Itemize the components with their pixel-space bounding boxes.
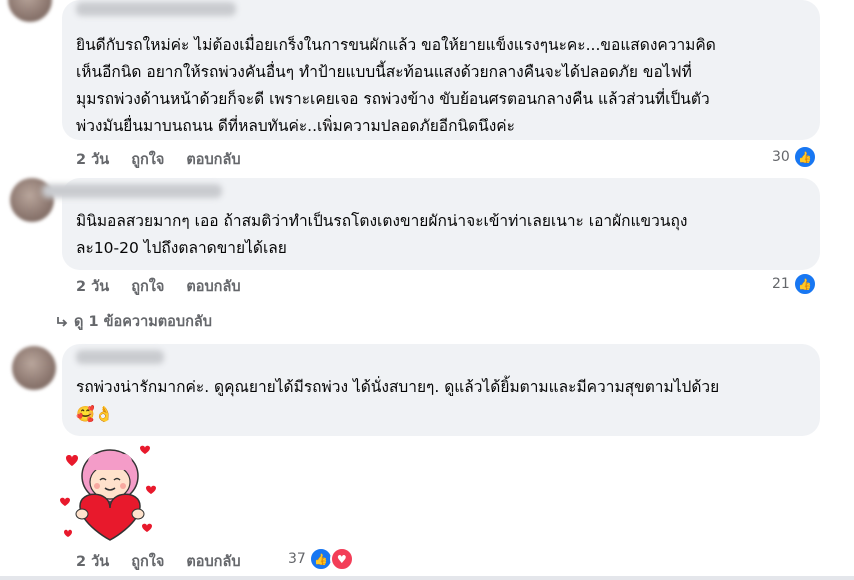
comment-emoji: 🥰👌 <box>76 405 114 423</box>
like-icon: 👍 <box>792 272 817 296</box>
comment-time[interactable]: 2 วัน <box>76 550 109 573</box>
comment-text: ยินดีกับรถใหม่ค่ะ ไม่ต้องเมื่อยเกร็งในกา… <box>76 36 716 135</box>
comment-text: รถพ่วงน่ารักมากค่ะ. ดูคุณยายได้มีรถพ่วง … <box>76 374 806 428</box>
commenter-avatar[interactable] <box>8 0 52 22</box>
reply-button[interactable]: ตอบกลับ <box>186 148 240 171</box>
view-replies-label: ดู 1 ข้อความตอบกลับ <box>74 314 212 330</box>
reaction-count: 21 <box>772 276 790 292</box>
comment-text: มินิมอลสวยมากๆ เออ ถ้าสมติว่าทำเป็นรถโตง… <box>76 212 688 257</box>
reaction-summary[interactable]: 30 👍 <box>772 145 817 169</box>
comment-actions: 2 วัน ถูกใจ ตอบกลับ <box>76 275 241 298</box>
love-icon: ♥ <box>329 547 354 571</box>
comment-time[interactable]: 2 วัน <box>76 148 109 171</box>
comment-text-body: รถพ่วงน่ารักมากค่ะ. ดูคุณยายได้มีรถพ่วง … <box>76 378 720 396</box>
reaction-count: 30 <box>772 149 790 165</box>
view-replies-link[interactable]: ดู 1 ข้อความตอบกลับ <box>56 310 212 333</box>
like-icon: 👍 <box>792 145 817 169</box>
reply-button[interactable]: ตอบกลับ <box>186 550 240 573</box>
reaction-summary[interactable]: 37 👍 ♥ <box>288 547 354 571</box>
reaction-summary[interactable]: 21 👍 <box>772 272 817 296</box>
commenter-name-blurred[interactable] <box>42 184 222 198</box>
reply-button[interactable]: ตอบกลับ <box>186 275 240 298</box>
comment-bubble: มินิมอลสวยมากๆ เออ ถ้าสมติว่าทำเป็นรถโตง… <box>42 178 820 270</box>
commenter-name-blurred[interactable] <box>76 2 236 16</box>
comment-actions: 2 วัน ถูกใจ ตอบกลับ <box>76 550 241 573</box>
commenter-avatar[interactable] <box>12 346 56 390</box>
comment-bubble: รถพ่วงน่ารักมากค่ะ. ดูคุณยายได้มีรถพ่วง … <box>62 344 820 436</box>
reaction-count: 37 <box>288 551 306 567</box>
reply-arrow-icon <box>57 316 68 327</box>
bottom-divider <box>0 576 854 580</box>
comment-time[interactable]: 2 วัน <box>76 275 109 298</box>
like-button[interactable]: ถูกใจ <box>131 148 164 171</box>
like-button[interactable]: ถูกใจ <box>131 550 164 573</box>
girl-holding-heart-sticker[interactable] <box>58 440 162 544</box>
comment-bubble: ยินดีกับรถใหม่ค่ะ ไม่ต้องเมื่อยเกร็งในกา… <box>62 0 820 140</box>
commenter-name-blurred[interactable] <box>76 350 164 364</box>
comment-actions: 2 วัน ถูกใจ ตอบกลับ <box>76 148 241 171</box>
like-button[interactable]: ถูกใจ <box>131 275 164 298</box>
